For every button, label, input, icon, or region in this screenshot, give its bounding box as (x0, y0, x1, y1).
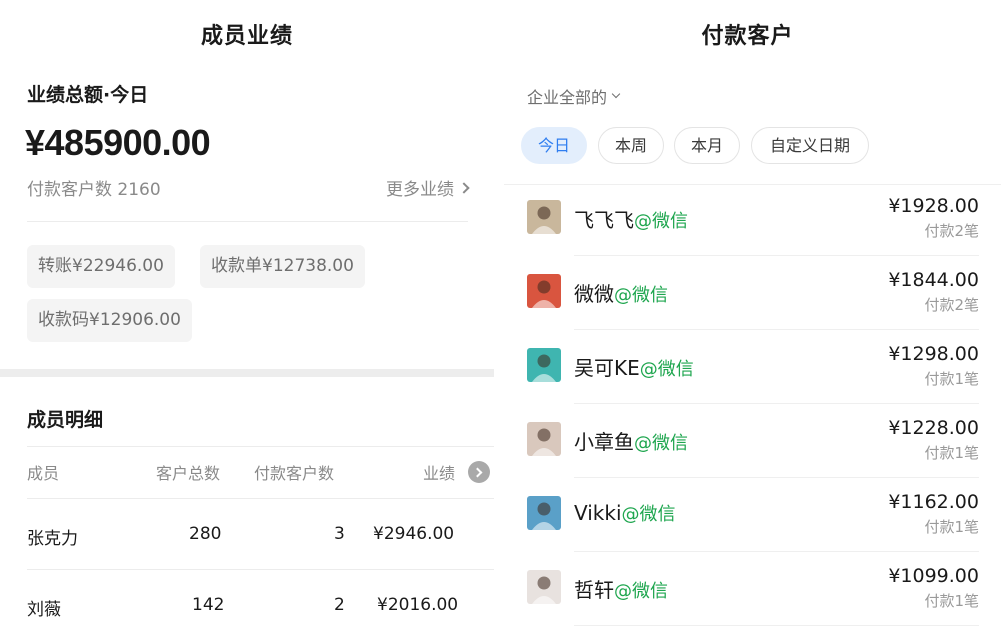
customer-source: @微信 (639, 359, 694, 380)
customer-payment-count: 付款1笔 (924, 592, 979, 610)
customer-payment-count: 付款1笔 (924, 518, 979, 536)
member-amount: ¥2016.00 (377, 595, 459, 615)
chevron-down-icon (611, 89, 621, 99)
member-performance-panel: 成员业绩 业绩总额·今日 ¥485900.00 付款客户数 2160 更多业绩 … (0, 0, 494, 640)
customer-payment-count: 付款1笔 (924, 370, 979, 388)
performance-summary-card: 成员业绩 业绩总额·今日 ¥485900.00 付款客户数 2160 更多业绩 … (0, 0, 494, 369)
customer-row[interactable]: 小章鱼@微信 ¥1228.00 付款1笔 (494, 404, 1001, 478)
customer-name: 哲轩@微信 (574, 574, 668, 603)
total-customers: 142 (192, 595, 225, 615)
customer-payment-count: 付款1笔 (924, 444, 979, 462)
column-header-member[interactable]: 成员 (27, 460, 59, 484)
customer-name-text: 飞飞飞 (574, 208, 634, 232)
divider (27, 498, 494, 499)
paying-customers-panel: 付款客户 企业全部的 今日 本周 本月 自定义日期 飞飞飞@微信 ¥1928.00… (494, 0, 1001, 640)
customer-name: 小章鱼@微信 (574, 426, 688, 455)
member-detail-card: 成员明细 成员 客户总数 付款客户数 业绩 张克力 280 3 ¥2946.00… (0, 377, 494, 640)
member-name: 张克力 (27, 529, 78, 549)
customer-row[interactable]: 飞飞飞@微信 ¥1928.00 付款2笔 (494, 182, 1001, 256)
customer-amount: ¥1228.00 (888, 417, 979, 439)
customer-name: 吴可KE@微信 (574, 352, 694, 381)
avatar (527, 348, 561, 382)
customer-payment-count: 付款2笔 (924, 296, 979, 314)
customer-name-text: 微微 (574, 282, 614, 306)
column-header-total-customers[interactable]: 客户总数 (156, 460, 220, 484)
detail-title: 成员明细 (27, 409, 104, 431)
divider (27, 446, 494, 447)
divider (574, 625, 979, 626)
more-performance-label: 更多业绩 (386, 180, 454, 200)
divider (27, 569, 494, 570)
customer-amount: ¥1928.00 (888, 195, 979, 217)
paying-customers: 3 (334, 524, 345, 544)
avatar (527, 496, 561, 530)
customer-amount: ¥1162.00 (888, 491, 979, 513)
page-title: 成员业绩 (200, 24, 293, 49)
avatar (527, 570, 561, 604)
chevron-right-icon (472, 467, 483, 477)
total-amount: ¥485900.00 (25, 122, 211, 163)
customer-source: @微信 (614, 285, 668, 306)
column-header-performance[interactable]: 业绩 (423, 460, 455, 484)
customer-amount: ¥1099.00 (888, 565, 979, 587)
customer-source: @微信 (614, 581, 668, 602)
summary-label: 业绩总额·今日 (27, 84, 149, 106)
customer-name: Vikki@微信 (574, 500, 676, 526)
customer-name: 微微@微信 (574, 278, 668, 307)
customer-name-text: Vikki (574, 501, 622, 525)
total-customers: 280 (189, 524, 222, 544)
customer-row[interactable]: 吴可KE@微信 ¥1298.00 付款1笔 (494, 330, 1001, 404)
customer-amount: ¥1844.00 (888, 269, 979, 291)
customer-row[interactable]: Vikki@微信 ¥1162.00 付款1笔 (494, 478, 1001, 552)
customer-name-text: 吴可KE (574, 356, 640, 380)
chevron-right-icon (458, 181, 470, 194)
customer-source: @微信 (634, 211, 688, 232)
customer-payment-count: 付款2笔 (924, 222, 979, 240)
avatar (527, 274, 561, 308)
customer-source: @微信 (634, 433, 688, 454)
column-header-paying-customers[interactable]: 付款客户数 (254, 460, 334, 484)
customer-row[interactable]: 微微@微信 ¥1844.00 付款2笔 (494, 256, 1001, 330)
scope-dropdown[interactable]: 企业全部的 (527, 84, 621, 108)
receipt-code-chip: 收款码¥12906.00 (27, 299, 192, 342)
page-title: 付款客户 (701, 24, 794, 49)
member-name: 刘薇 (27, 600, 61, 620)
scroll-right-button[interactable] (468, 461, 490, 483)
tab-custom-date[interactable]: 自定义日期 (751, 127, 869, 164)
more-performance-link[interactable]: 更多业绩 (386, 175, 470, 200)
customer-name-text: 哲轩 (574, 578, 614, 602)
customer-amount: ¥1298.00 (888, 343, 979, 365)
tab-this-month[interactable]: 本月 (674, 127, 740, 164)
tab-this-week[interactable]: 本周 (598, 127, 664, 164)
paying-customer-count: 付款客户数 2160 (27, 180, 161, 200)
customer-name-text: 小章鱼 (574, 430, 634, 454)
receipt-order-chip: 收款单¥12738.00 (200, 245, 365, 288)
avatar (527, 422, 561, 456)
member-amount: ¥2946.00 (373, 524, 455, 544)
transfer-chip: 转账¥22946.00 (27, 245, 175, 288)
tab-today[interactable]: 今日 (521, 127, 587, 164)
avatar (527, 200, 561, 234)
paying-customers: 2 (334, 595, 345, 615)
customer-source: @微信 (621, 504, 676, 525)
divider (27, 221, 468, 222)
scope-label: 企业全部的 (527, 88, 608, 107)
customer-name: 飞飞飞@微信 (574, 204, 688, 233)
customer-row[interactable]: 哲轩@微信 ¥1099.00 付款1笔 (494, 552, 1001, 626)
